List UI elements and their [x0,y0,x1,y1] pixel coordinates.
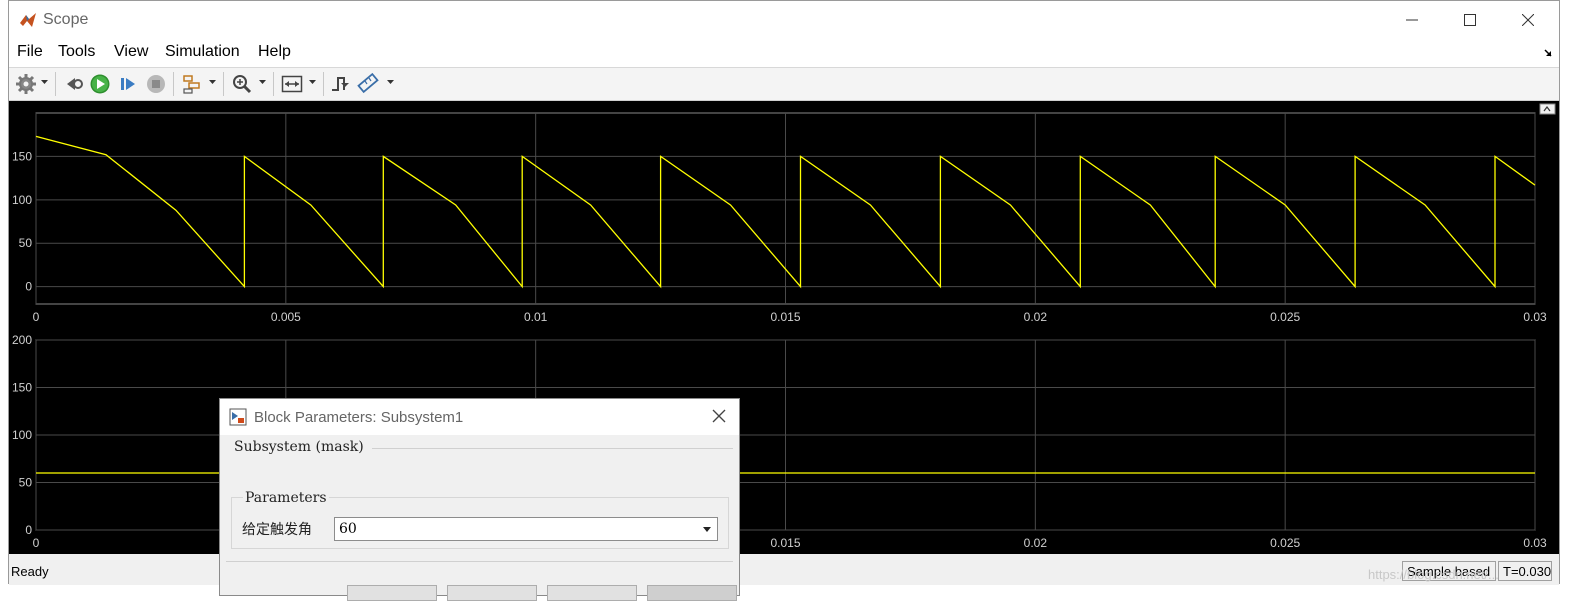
maximize-icon [1464,14,1476,26]
chevron-down-icon [703,527,711,532]
toolbar [9,68,1559,101]
x-tick-label: 0.025 [1270,310,1300,324]
trigger-angle-label: 给定触发角 [242,522,312,538]
close-icon [1522,14,1534,26]
y-tick-label: 100 [12,193,32,207]
x-tick-label: 0.015 [770,536,800,550]
simulink-block-icon [229,408,247,426]
window-title: Scope [43,11,89,28]
x-tick-label: 0 [33,536,40,550]
dialog-title-bar: Block Parameters: Subsystem1 [220,399,739,435]
button-divider [226,561,733,562]
step-back-icon[interactable] [63,73,85,95]
minimize-icon [1406,19,1418,21]
y-tick-label: 200 [12,333,32,347]
apply-button[interactable] [647,585,737,601]
toolbar-separator [273,72,274,96]
undock-arrow-icon[interactable] [1543,48,1553,58]
expand-axes-icon[interactable] [1539,103,1556,115]
ok-button[interactable] [347,585,437,601]
x-tick-label: 0.02 [1024,536,1048,550]
menu-file[interactable]: File [17,43,43,61]
x-tick-label: 0.015 [770,310,800,324]
mask-type-label: Subsystem (mask) [234,439,364,455]
trigger-angle-value: 60 [339,521,357,537]
x-tick-label: 0.005 [271,310,301,324]
settings-gear-icon[interactable] [15,73,37,95]
zoom-caret-icon[interactable] [259,80,266,85]
toolbar-separator [55,72,56,96]
step-forward-icon[interactable] [117,73,139,95]
minimize-button[interactable] [1389,5,1435,35]
menu-bar: File Tools View Simulation Help [9,39,1559,68]
stop-icon[interactable] [145,73,167,95]
triggers-icon[interactable] [329,73,351,95]
x-tick-label: 0.01 [524,310,548,324]
settings-caret-icon[interactable] [41,80,48,85]
zoom-in-icon[interactable] [231,73,253,95]
measurements-caret-icon[interactable] [387,80,394,85]
x-tick-label: 0.025 [1270,536,1300,550]
toolbar-separator [173,72,174,96]
run-icon[interactable] [89,73,111,95]
title-bar: Scope [9,1,1559,39]
menu-help[interactable]: Help [258,43,291,61]
section-divider [372,448,733,449]
y-tick-label: 0 [25,523,32,537]
trigger-angle-select[interactable]: 60 [334,517,718,541]
scale-axes-icon[interactable] [281,73,303,95]
y-tick-label: 100 [12,428,32,442]
signal-highlight-icon[interactable] [181,73,203,95]
y-tick-label: 0 [25,280,32,294]
block-parameters-dialog: Block Parameters: Subsystem1 Subsystem (… [219,398,740,601]
toolbar-separator [323,72,324,96]
toolbar-separator [223,72,224,96]
matlab-icon [20,13,36,27]
dialog-title: Block Parameters: Subsystem1 [254,409,464,426]
close-button[interactable] [1505,5,1551,35]
x-tick-label: 0.03 [1523,310,1547,324]
parameters-group-label: Parameters [243,490,329,506]
status-ready: Ready [11,564,49,579]
y-tick-label: 50 [19,476,33,490]
help-button[interactable] [547,585,637,601]
menu-view[interactable]: View [114,43,148,61]
watermark: https://blog.csdn.net/... [1368,567,1499,582]
cancel-button[interactable] [447,585,537,601]
simulation-time: T=0.030 [1498,561,1552,581]
menu-tools[interactable]: Tools [58,43,95,61]
signal-caret-icon[interactable] [209,80,216,85]
menu-simulation[interactable]: Simulation [165,43,240,61]
measurements-icon[interactable] [357,73,379,95]
y-tick-label: 150 [12,149,32,163]
x-tick-label: 0 [33,310,40,324]
maximize-button[interactable] [1447,5,1493,35]
y-tick-label: 150 [12,381,32,395]
y-tick-label: 50 [19,236,33,250]
upper-axes: 0 0.005 0.01 0.015 0.02 0.025 0.03 0 50 100 150 [12,112,1547,324]
x-tick-label: 0.03 [1523,536,1547,550]
scale-caret-icon[interactable] [309,80,316,85]
close-icon[interactable] [711,408,727,424]
x-tick-label: 0.02 [1024,310,1048,324]
